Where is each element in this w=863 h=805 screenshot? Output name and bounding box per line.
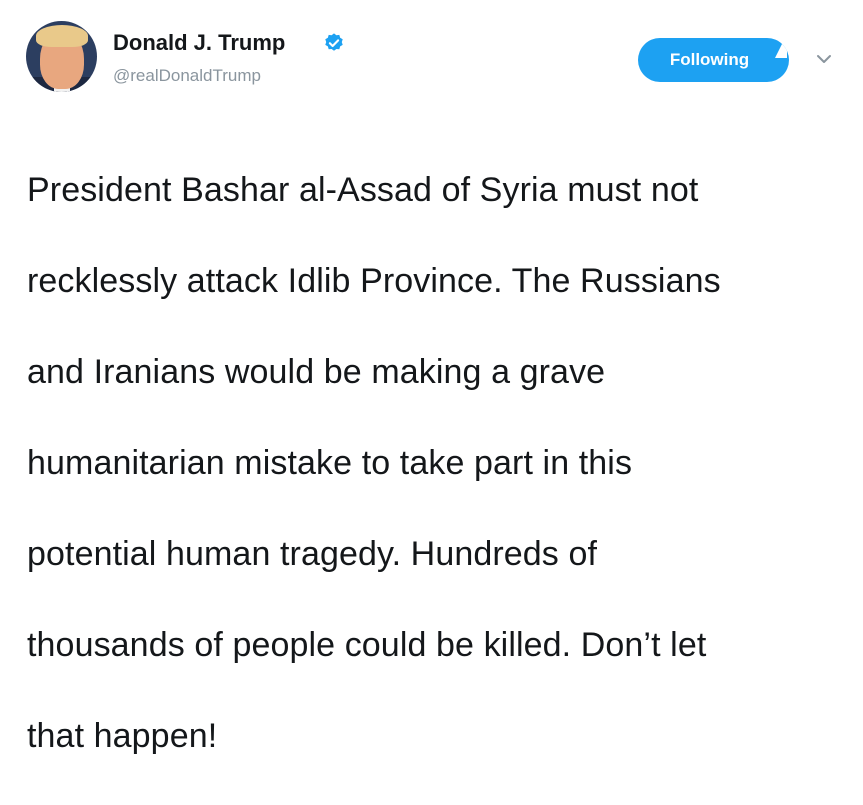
- tweet-text-line: and Iranians would be making a grave: [27, 352, 606, 391]
- tweet-text-line: potential human tragedy. Hundreds of: [27, 534, 597, 573]
- avatar[interactable]: [26, 21, 97, 92]
- tweet-text-line: thousands of people could be killed. Don…: [27, 625, 707, 664]
- clipped-glyph-icon: [775, 42, 787, 58]
- avatar-hair: [36, 25, 88, 47]
- tweet-text-line: recklessly attack Idlib Province. The Ru…: [27, 261, 721, 300]
- author-name[interactable]: Donald J. Trump: [113, 30, 285, 56]
- tweet-text-line: that happen!: [27, 716, 218, 755]
- tweet-card: Donald J. Trump @realDonaldTrump Followi…: [0, 0, 863, 755]
- verified-badge-icon: [325, 33, 343, 51]
- author-handle[interactable]: @realDonaldTrump: [113, 66, 261, 86]
- tweet-text-line: humanitarian mistake to take part in thi…: [27, 443, 633, 482]
- tweet-text-line: President Bashar al-Assad of Syria must …: [27, 170, 699, 209]
- following-button-label: Following: [669, 50, 750, 69]
- tweet-text: President Bashar al-Assad of Syria must …: [27, 122, 847, 805]
- chevron-down-icon[interactable]: [815, 52, 833, 66]
- following-button[interactable]: Following: [638, 38, 789, 82]
